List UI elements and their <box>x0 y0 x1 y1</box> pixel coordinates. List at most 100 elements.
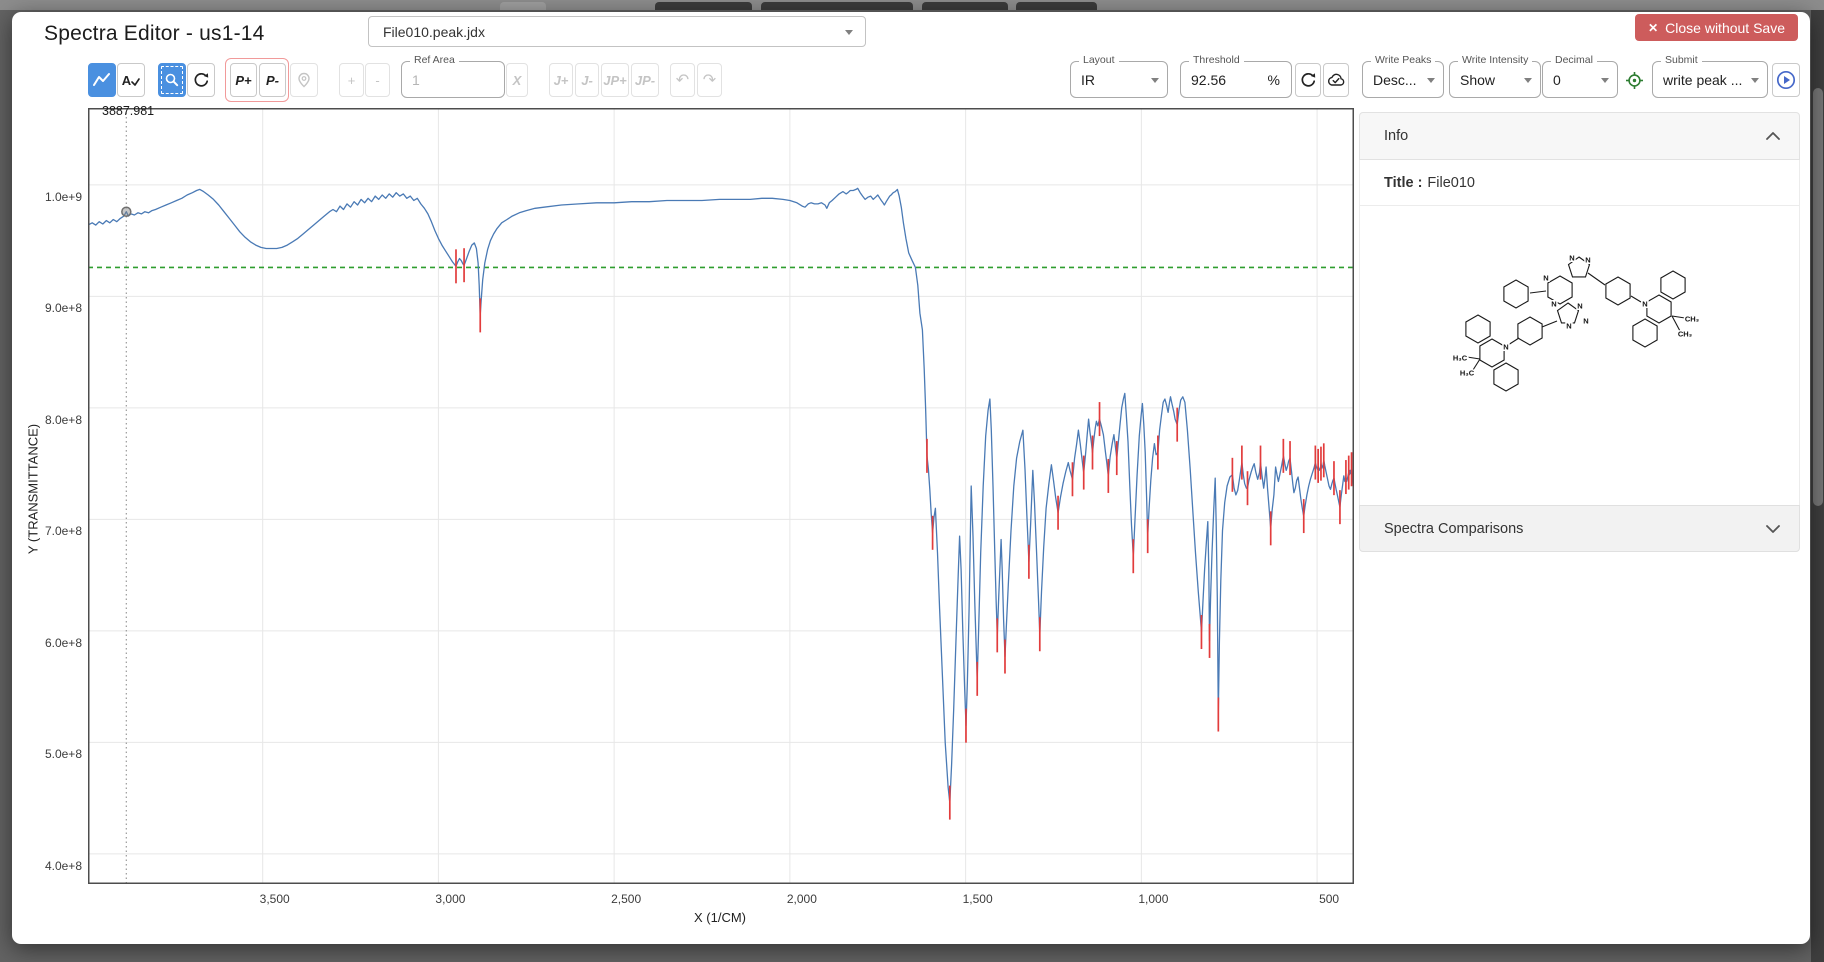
display-spectrum-button[interactable] <box>88 63 116 97</box>
y-axis-title: Y (TRANSMITTANCE) <box>26 424 41 554</box>
reset-zoom-icon <box>193 72 210 89</box>
write-intensity-select[interactable]: Write Intensity Show <box>1449 61 1541 98</box>
y-tick-label: 4.0e+8 <box>20 859 82 873</box>
add-peak-button[interactable]: P+ <box>230 63 257 97</box>
layout-select[interactable]: Layout IR <box>1070 61 1168 98</box>
comparisons-header-label: Spectra Comparisons <box>1384 521 1523 537</box>
minus-label: - <box>375 73 379 88</box>
svg-text:N: N <box>1577 302 1582 311</box>
x-tick-label: 500 <box>1319 892 1339 906</box>
decimal-value: 0 <box>1553 72 1561 88</box>
threshold-field[interactable]: Threshold 92.56 % <box>1180 61 1292 98</box>
y-tick-label: 1.0e+9 <box>20 190 82 204</box>
cloud-save-button[interactable] <box>1323 63 1349 97</box>
molecule-structure: NNNNNNNNNCH₃CH₃H₃CH₃C <box>1442 247 1772 417</box>
background-tab <box>655 2 752 10</box>
magnifier-icon <box>164 72 180 88</box>
y-tick-label: 9.0e+8 <box>20 301 82 315</box>
zoom-selection-button[interactable] <box>158 63 186 97</box>
decrease-button[interactable]: - <box>365 63 390 97</box>
threshold-legend: Threshold <box>1189 55 1244 66</box>
write-peaks-select[interactable]: Write Peaks Desc... <box>1362 61 1444 98</box>
write-peaks-legend: Write Peaks <box>1371 55 1435 66</box>
remove-peak-button[interactable]: P- <box>259 63 286 97</box>
line-chart-icon <box>93 72 111 88</box>
ref-area-field[interactable]: Ref Area 1 <box>401 61 505 98</box>
play-icon <box>1776 70 1796 90</box>
auto-peak-picking-button[interactable]: A <box>117 63 145 97</box>
svg-text:CH₃: CH₃ <box>1678 330 1693 339</box>
threshold-value: 92.56 <box>1191 72 1226 88</box>
x-tick-label: 3,500 <box>260 892 290 906</box>
refresh-threshold-button[interactable] <box>1295 63 1321 97</box>
letter-a-label: A <box>122 73 131 88</box>
chevron-down-icon <box>1751 78 1759 83</box>
spectrum-title-row: Title : File010 <box>1360 160 1799 206</box>
background-tab <box>500 2 546 10</box>
chevron-down-icon <box>1601 78 1609 83</box>
j-plus-button[interactable]: J+ <box>549 63 573 97</box>
redo-button[interactable]: ↷ <box>697 63 722 97</box>
chevron-down-icon <box>1765 524 1781 534</box>
close-without-save-button[interactable]: ✕ Close without Save <box>1635 14 1798 41</box>
undo-icon: ↶ <box>676 70 689 90</box>
j-minus-label: J- <box>581 73 593 88</box>
layout-value: IR <box>1081 72 1095 88</box>
svg-text:N: N <box>1642 300 1647 309</box>
zoom-reset-button[interactable] <box>187 63 215 97</box>
cursor-position-label: 3887.981 <box>102 104 154 118</box>
page-title: Spectra Editor - us1-14 <box>44 22 265 46</box>
threshold-unit: % <box>1268 72 1280 88</box>
spectrum-plot-area[interactable] <box>88 108 1354 884</box>
x-axis-title: X (1/CM) <box>694 910 746 925</box>
plus-label: + <box>348 73 356 88</box>
write-intensity-value: Show <box>1460 72 1495 88</box>
target-tool-button[interactable] <box>1622 63 1646 97</box>
run-submit-button[interactable] <box>1772 63 1800 97</box>
background-tab <box>922 2 1008 10</box>
svg-text:CH₃: CH₃ <box>1685 315 1700 324</box>
close-button-label: Close without Save <box>1665 20 1785 36</box>
check-icon <box>131 78 140 88</box>
svg-text:H₃C: H₃C <box>1453 354 1468 363</box>
pin-tool-button[interactable] <box>290 63 318 97</box>
chevron-up-icon <box>1765 131 1781 141</box>
cursor-point-marker <box>122 207 131 216</box>
x-tick-label: 1,500 <box>963 892 993 906</box>
y-tick-label: 5.0e+8 <box>20 747 82 761</box>
file-selector-dropdown[interactable]: File010.peak.jdx <box>368 16 866 47</box>
decimal-select[interactable]: Decimal 0 <box>1542 61 1618 98</box>
x-tick-label: 2,000 <box>787 892 817 906</box>
p-plus-label: P+ <box>235 73 251 88</box>
info-accordion-header[interactable]: Info <box>1359 112 1800 160</box>
decimal-legend: Decimal <box>1551 55 1597 66</box>
increase-button[interactable]: + <box>339 63 364 97</box>
jp-plus-label: JP+ <box>603 73 627 88</box>
ref-area-value: 1 <box>412 72 420 88</box>
spectra-comparisons-accordion-header[interactable]: Spectra Comparisons <box>1359 505 1800 552</box>
x-tick-label: 2,500 <box>611 892 641 906</box>
chevron-down-icon <box>845 30 853 35</box>
chevron-down-icon <box>1427 78 1435 83</box>
info-header-label: Info <box>1384 128 1408 144</box>
spectra-editor-modal: Spectra Editor - us1-14 File010.peak.jdx… <box>12 12 1810 944</box>
write-peaks-value: Desc... <box>1373 72 1417 88</box>
j-minus-button[interactable]: J- <box>575 63 599 97</box>
undo-button[interactable]: ↶ <box>670 63 695 97</box>
svg-text:N: N <box>1566 322 1571 331</box>
submit-select[interactable]: Submit write peak ... <box>1652 61 1768 98</box>
refresh-icon <box>1300 72 1317 89</box>
jp-plus-button[interactable]: JP+ <box>601 63 629 97</box>
jp-minus-button[interactable]: JP- <box>631 63 659 97</box>
redo-icon: ↷ <box>703 70 716 90</box>
multiply-button[interactable]: X <box>506 63 528 97</box>
location-pin-icon <box>296 72 312 88</box>
page-scrollbar-thumb[interactable] <box>1813 88 1823 506</box>
svg-text:H₃C: H₃C <box>1460 369 1475 378</box>
target-icon <box>1625 71 1644 90</box>
svg-text:N: N <box>1543 274 1548 283</box>
background-tab <box>1016 2 1097 10</box>
cloud-check-icon <box>1326 72 1346 88</box>
submit-legend: Submit <box>1661 55 1702 66</box>
title-value: File010 <box>1427 175 1475 191</box>
